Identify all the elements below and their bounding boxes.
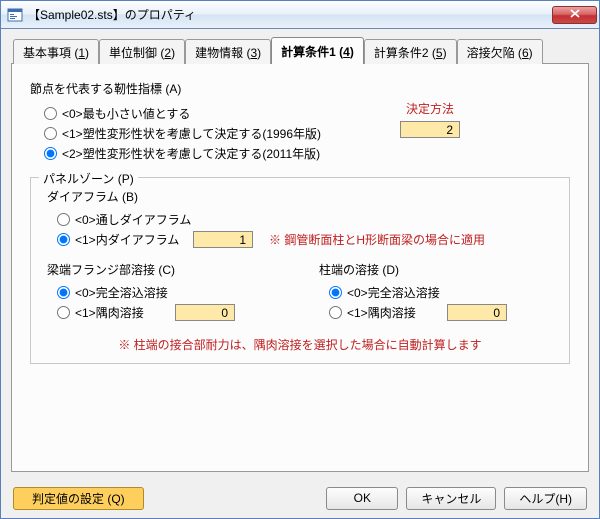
radio-a-0-label: <0>最も小さい値とする	[62, 105, 190, 122]
tab-calc2[interactable]: 計算条件2 (5)	[364, 39, 457, 64]
tab-panel-calc1: 節点を代表する靭性指標 (A) <0>最も小さい値とする <1>塑性変形性状を考…	[11, 63, 589, 472]
diaphragm-value: 1	[193, 231, 253, 248]
group-a-title: 節点を代表する靭性指標 (A)	[30, 80, 570, 97]
help-button[interactable]: ヘルプ(H)	[504, 487, 587, 510]
tabstrip: 基本事項 (1) 単位制御 (2) 建物情報 (3) 計算条件1 (4) 計算条…	[11, 39, 589, 63]
ok-button[interactable]: OK	[326, 487, 398, 510]
radio-dia-0[interactable]	[57, 213, 70, 226]
radio-col-0-label: <0>完全溶込溶接	[347, 284, 440, 301]
radio-dia-1-label: <1>内ダイアフラム	[75, 231, 193, 248]
tab-building[interactable]: 建物情報 (3)	[185, 39, 271, 64]
col-weld-title: 柱端の溶接 (D)	[319, 261, 557, 278]
beam-weld-col: 梁端フランジ部溶接 (C) <0>完全溶込溶接 <1>隅肉溶接 0	[43, 259, 285, 322]
radio-col-1-label: <1>隅肉溶接	[347, 304, 447, 321]
settings-button[interactable]: 判定値の設定 (Q)	[13, 487, 144, 510]
radio-a-0[interactable]	[44, 107, 57, 120]
radio-beam-0[interactable]	[57, 286, 70, 299]
bottom-bar: 判定値の設定 (Q) OK キャンセル ヘルプ(H)	[1, 478, 599, 518]
radio-a-1[interactable]	[44, 127, 57, 140]
panel-zone-footnote: ※ 柱端の接合部耐力は、隅肉溶接を選択した場合に自動計算します	[43, 336, 557, 353]
decision-method-label: 決定方法	[400, 100, 460, 117]
content-area: 基本事項 (1) 単位制御 (2) 建物情報 (3) 計算条件1 (4) 計算条…	[1, 29, 599, 478]
tab-unit[interactable]: 単位制御 (2)	[99, 39, 185, 64]
tab-calc1[interactable]: 計算条件1 (4)	[271, 37, 364, 64]
diaphragm-title: ダイアフラム (B)	[47, 188, 557, 205]
radio-dia-1[interactable]	[57, 233, 70, 246]
radio-col-0[interactable]	[329, 286, 342, 299]
panel-zone-fieldset: パネルゾーン (P) ダイアフラム (B) <0>通しダイアフラム <1>内ダイ…	[30, 177, 570, 364]
diaphragm-note: ※ 鋼管断面柱とH形断面梁の場合に適用	[269, 231, 485, 248]
radio-beam-0-label: <0>完全溶込溶接	[75, 284, 168, 301]
col-weld-value: 0	[447, 304, 507, 321]
decision-method-value: 2	[400, 121, 460, 138]
close-button[interactable]	[552, 6, 597, 24]
col-weld-col: 柱端の溶接 (D) <0>完全溶込溶接 <1>隅肉溶接 0	[315, 259, 557, 322]
panel-zone-legend: パネルゾーン (P)	[39, 170, 138, 187]
radio-col-1[interactable]	[329, 306, 342, 319]
radio-beam-1-label: <1>隅肉溶接	[75, 304, 175, 321]
radio-a-2[interactable]	[44, 147, 57, 160]
beam-weld-title: 梁端フランジ部溶接 (C)	[47, 261, 285, 278]
radio-a-2-label: <2>塑性変形性状を考慮して決定する(2011年版)	[62, 145, 320, 162]
tab-weld-defect[interactable]: 溶接欠陥 (6)	[457, 39, 543, 64]
app-icon	[7, 7, 23, 23]
radio-beam-1[interactable]	[57, 306, 70, 319]
radio-a-1-label: <1>塑性変形性状を考慮して決定する(1996年版)	[62, 125, 321, 142]
tab-basic[interactable]: 基本事項 (1)	[13, 39, 99, 64]
cancel-button[interactable]: キャンセル	[406, 487, 496, 510]
beam-weld-value: 0	[175, 304, 235, 321]
window-title: 【Sample02.sts】のプロパティ	[28, 6, 552, 23]
dialog-window: 【Sample02.sts】のプロパティ 基本事項 (1) 単位制御 (2) 建…	[0, 0, 600, 519]
titlebar: 【Sample02.sts】のプロパティ	[1, 1, 599, 29]
decision-method-block: 決定方法 2	[400, 100, 460, 138]
radio-dia-0-label: <0>通しダイアフラム	[75, 211, 191, 228]
